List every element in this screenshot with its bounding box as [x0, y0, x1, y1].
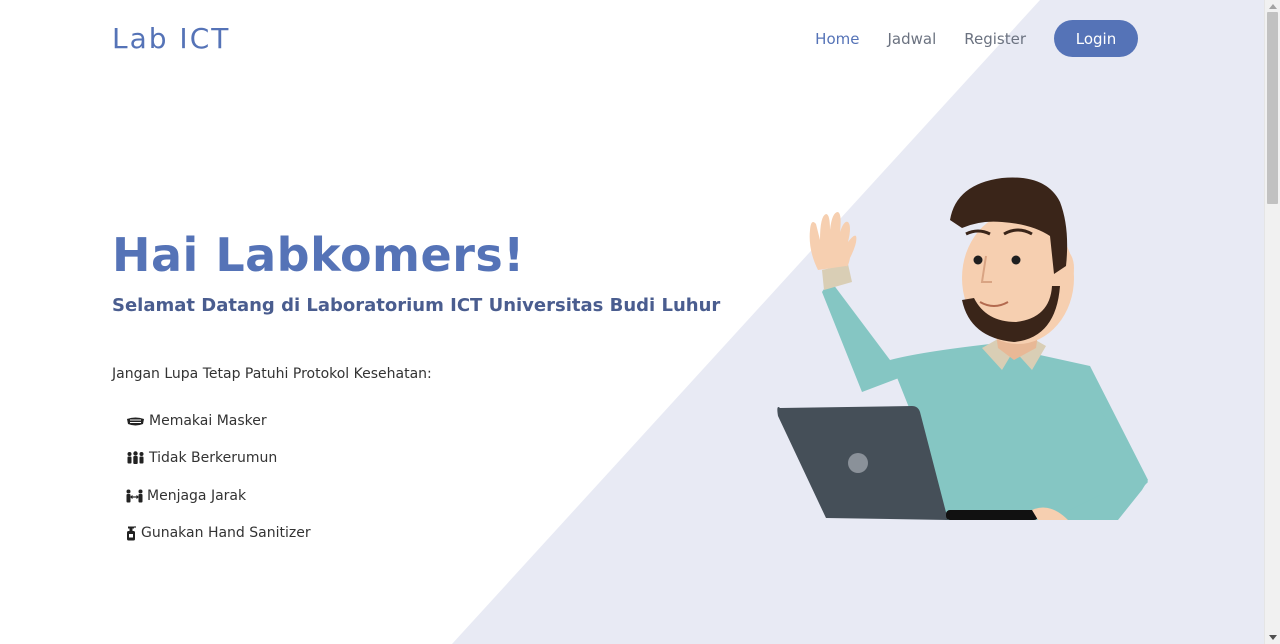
brand-logo[interactable]: Lab ICT — [112, 22, 230, 55]
hero-subtitle: Selamat Datang di Laboratorium ICT Unive… — [112, 295, 721, 316]
scroll-up-icon[interactable] — [1269, 4, 1277, 9]
navbar: Lab ICT Home Jadwal Register Login — [0, 0, 1264, 78]
list-item: Tidak Berkerumun — [126, 440, 311, 478]
list-item: Memakai Masker — [126, 402, 311, 440]
distance-icon — [126, 489, 143, 503]
protocol-label: Menjaga Jarak — [147, 487, 247, 504]
list-item: Gunakan Hand Sanitizer — [126, 515, 311, 553]
list-item: Menjaga Jarak — [126, 477, 311, 515]
waving-man-illustration — [777, 177, 1148, 520]
protocol-list: Memakai Masker Tidak Berkerumun Menjaga … — [126, 402, 311, 552]
nav-jadwal[interactable]: Jadwal — [887, 30, 936, 48]
scroll-down-icon[interactable] — [1269, 635, 1277, 640]
nav-home[interactable]: Home — [815, 30, 859, 48]
scroll-thumb[interactable] — [1267, 12, 1278, 204]
mask-icon — [126, 415, 145, 427]
crowd-icon — [126, 451, 145, 465]
hero-title: Hai Labkomers! — [112, 228, 525, 282]
hand-sanitizer-icon — [126, 526, 137, 541]
protocol-label: Tidak Berkerumun — [149, 450, 278, 467]
scrollbar[interactable] — [1264, 0, 1280, 644]
protocol-label: Gunakan Hand Sanitizer — [141, 525, 311, 542]
page: Lab ICT Home Jadwal Register Login Hai L… — [0, 0, 1264, 644]
nav-links: Home Jadwal Register Login — [787, 20, 1138, 57]
login-button[interactable]: Login — [1054, 20, 1138, 57]
nav-register[interactable]: Register — [964, 30, 1026, 48]
protocol-label: Memakai Masker — [149, 412, 267, 429]
protocol-heading: Jangan Lupa Tetap Patuhi Protokol Keseha… — [112, 366, 432, 382]
